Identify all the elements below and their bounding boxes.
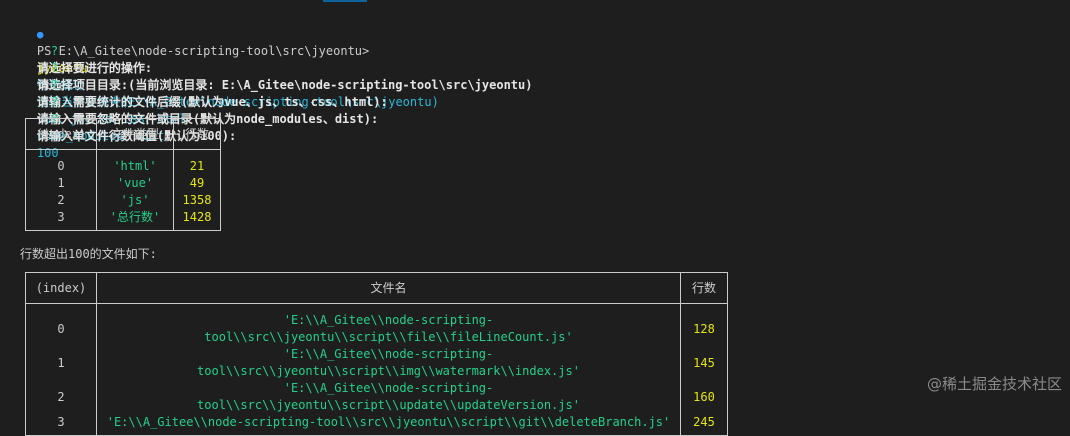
table-row: 0 'E:\\A_Gitee\\node-scripting-tool\\src… bbox=[25, 312, 728, 346]
row-index: 2 bbox=[25, 192, 97, 209]
row-index: 0 bbox=[25, 312, 97, 346]
column-header-file-type: 文件类型 bbox=[96, 118, 174, 150]
over-limit-file-table: (index) 文件名 行数 0 'E:\\A_Gitee\\node-scri… bbox=[25, 272, 728, 436]
row-line-count: 245 bbox=[680, 414, 728, 436]
row-line-count: 145 bbox=[680, 346, 728, 380]
row-line-count: 49 bbox=[173, 175, 221, 192]
row-line-count: 1358 bbox=[173, 192, 221, 209]
command-line: ● PS E:\A_Gitee\node-scripting-tool\src\… bbox=[8, 9, 369, 92]
table-row: 1 'E:\\A_Gitee\\node-scripting-tool\\src… bbox=[25, 346, 728, 380]
row-line-count: 160 bbox=[680, 380, 728, 414]
row-file-type: 'js' bbox=[96, 192, 174, 209]
prompt-line: ? 请输入单文件行数阈值(默认为100): 100 bbox=[8, 94, 236, 160]
table-row: 1 'vue' 49 bbox=[25, 175, 221, 192]
scrollbar-indicator bbox=[323, 0, 367, 2]
file-type-table: (index) 文件类型 行数 0 'html' 21 1 'vue' 49 2… bbox=[25, 118, 221, 231]
row-index: 3 bbox=[25, 209, 97, 231]
row-file-name: 'E:\\A_Gitee\\node-scripting-tool\\src\\… bbox=[96, 312, 681, 346]
column-header-line-count: 行数 bbox=[680, 272, 728, 304]
row-line-count: 1428 bbox=[173, 209, 221, 231]
column-header-index: (index) bbox=[25, 118, 97, 150]
row-file-type: 'html' bbox=[96, 158, 174, 175]
row-file-name: 'E:\\A_Gitee\\node-scripting-tool\\src\\… bbox=[96, 380, 681, 414]
row-file-name: 'E:\\A_Gitee\\node-scripting-tool\\src\\… bbox=[96, 414, 681, 436]
table-header-row: (index) 文件类型 行数 bbox=[25, 118, 221, 150]
row-index: 3 bbox=[25, 414, 97, 436]
table-row: 3 '总行数' 1428 bbox=[25, 209, 221, 231]
row-index: 1 bbox=[25, 346, 97, 380]
watermark: @稀土掘金技术社区 bbox=[926, 375, 1062, 393]
table-row: 3 'E:\\A_Gitee\\node-scripting-tool\\src… bbox=[25, 414, 728, 436]
column-header-file-name: 文件名 bbox=[96, 272, 681, 304]
row-index: 2 bbox=[25, 380, 97, 414]
table-row: 2 'js' 1358 bbox=[25, 192, 221, 209]
row-line-count: 21 bbox=[173, 158, 221, 175]
prompt-line: ? 请输入需要忽略的文件或目录(默认为node_modules、dist): n… bbox=[8, 77, 378, 143]
row-index: 1 bbox=[25, 175, 97, 192]
table-row: 0 'html' 21 bbox=[25, 158, 221, 175]
row-file-type: '总行数' bbox=[96, 209, 174, 231]
table-header-row: (index) 文件名 行数 bbox=[25, 272, 728, 304]
column-header-line-count: 行数 bbox=[173, 118, 221, 150]
table-row: 2 'E:\\A_Gitee\\node-scripting-tool\\src… bbox=[25, 380, 728, 414]
row-file-type: 'vue' bbox=[96, 175, 174, 192]
prompt-line: ? 请选择要进行的操作: 行数统计 bbox=[8, 26, 152, 92]
column-header-index: (index) bbox=[25, 272, 97, 304]
prompt-line: ? 请输入需要统计的文件后缀(默认为vue、js、ts、css、html): v… bbox=[8, 60, 388, 126]
terminal-panel[interactable]: ● PS E:\A_Gitee\node-scripting-tool\src\… bbox=[0, 0, 1070, 436]
over-limit-caption: 行数超出100的文件如下: bbox=[20, 247, 157, 261]
row-file-name: 'E:\\A_Gitee\\node-scripting-tool\\src\\… bbox=[96, 346, 681, 380]
row-index: 0 bbox=[25, 158, 97, 175]
prompt-line: ? 请选择项目目录:(当前浏览目录: E:\A_Gitee\node-scrip… bbox=[8, 43, 533, 109]
row-line-count: 128 bbox=[680, 312, 728, 346]
